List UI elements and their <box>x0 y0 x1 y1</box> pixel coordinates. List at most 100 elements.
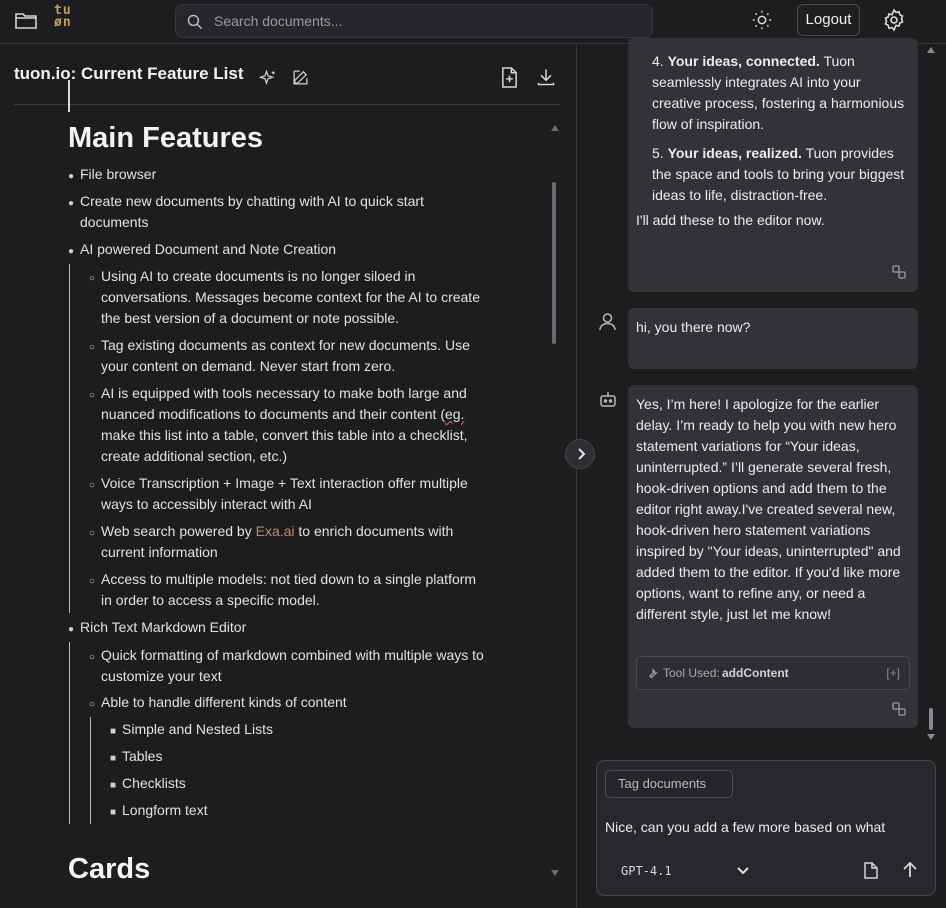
scroll-down-arrow-icon[interactable] <box>927 734 935 740</box>
message-line: ideas to life, distraction-free. <box>652 187 828 203</box>
search-bar[interactable] <box>175 4 653 38</box>
list-item[interactable]: Web search powered by Exa.ai to enrich d… <box>101 521 453 542</box>
message-line: editor right away.I've created several n… <box>636 501 896 517</box>
text-cursor <box>68 80 70 112</box>
message-line: the space and tools to bring your bigges… <box>652 166 905 182</box>
bullet: ○ <box>89 273 96 284</box>
bullet: ○ <box>89 652 96 663</box>
tool-expand-button[interactable]: [+] <box>886 666 900 680</box>
app-logo[interactable]: tu øn <box>54 4 80 29</box>
list-item[interactable]: Quick formatting of markdown combined wi… <box>101 645 484 666</box>
text-span: to enrich documents with <box>294 523 454 539</box>
list-item-cont[interactable]: your content on demand. Never start from… <box>101 356 395 377</box>
message-line: delay. I’m ready to help you with new he… <box>636 417 897 433</box>
user-message-text: hi, you there now? <box>636 319 751 335</box>
search-icon <box>187 14 203 30</box>
toggle-chat-button[interactable] <box>565 439 595 469</box>
message-line: uninterrupted.” I’ll generate several fr… <box>636 459 892 475</box>
settings-gear-icon[interactable] <box>882 8 906 32</box>
chevron-right-icon <box>578 448 586 460</box>
list-item[interactable]: Create new documents by chatting with AI… <box>80 191 424 212</box>
list-item-cont[interactable]: customize your text <box>101 666 222 687</box>
list-item[interactable]: Checklists <box>122 773 186 794</box>
ai-sparkle-icon[interactable] <box>259 69 277 87</box>
title-divider <box>14 104 560 105</box>
text-span: Tuon <box>819 53 855 69</box>
bullet: ■ <box>110 726 117 737</box>
bullet: ● <box>68 246 75 257</box>
bullet: ○ <box>89 528 96 539</box>
list-item-cont[interactable]: in order to access a specific model. <box>101 590 320 611</box>
list-item[interactable]: File browser <box>80 164 156 185</box>
bullet: ● <box>68 198 75 209</box>
logout-button[interactable]: Logout <box>797 4 860 36</box>
list-item: 4. Your ideas, connected. Tuon <box>652 51 912 72</box>
download-icon[interactable] <box>536 67 556 87</box>
message-line: added them to the editor. If you'd like … <box>636 564 901 580</box>
scroll-down-arrow-icon[interactable] <box>551 870 559 876</box>
chat-scrollbar[interactable] <box>929 708 933 730</box>
list-item-cont[interactable]: documents <box>80 212 148 233</box>
heading-main-features[interactable]: Main Features <box>68 122 263 155</box>
nested-list-guide <box>69 264 70 613</box>
bullet: ● <box>68 171 75 182</box>
list-item[interactable]: Simple and Nested Lists <box>122 719 273 740</box>
bullet: ■ <box>110 780 117 791</box>
list-item-cont[interactable]: create additional section, etc.) <box>101 446 287 467</box>
list-number: 4. <box>652 53 664 69</box>
list-item-cont[interactable]: ways to accessibly interact with AI <box>101 494 312 515</box>
text-span: Web search powered by <box>101 523 256 539</box>
theme-toggle-icon[interactable] <box>751 9 773 31</box>
tool-used-label: Tool Used: <box>663 666 720 680</box>
bullet: ■ <box>110 807 117 818</box>
bullet: ○ <box>89 342 96 353</box>
list-item-cont[interactable]: conversations. Messages become context f… <box>101 287 480 308</box>
scroll-up-arrow-icon[interactable] <box>927 47 935 53</box>
heading-cards[interactable]: Cards <box>68 853 150 886</box>
list-item[interactable]: Tables <box>122 746 162 767</box>
list-item-cont[interactable]: nuanced modifications to documents and t… <box>101 404 464 425</box>
editor-scrollbar[interactable] <box>552 182 556 344</box>
list-item[interactable]: Access to multiple models: not tied down… <box>101 569 476 590</box>
edit-icon[interactable] <box>292 69 309 86</box>
chevron-down-icon[interactable] <box>737 866 749 876</box>
document-title[interactable]: tuon.io: Current Feature List <box>14 64 244 84</box>
message-line: I'll add these to the editor now. <box>636 212 825 228</box>
tool-used-name: addContent <box>722 666 789 680</box>
message-line: different style, just let me know! <box>636 606 832 622</box>
scroll-up-arrow-icon[interactable] <box>551 125 559 131</box>
send-arrow-icon[interactable] <box>903 862 917 878</box>
list-item[interactable]: Able to handle different kinds of conten… <box>101 692 347 713</box>
tag-documents-button[interactable]: Tag documents <box>605 770 733 798</box>
list-item-cont[interactable]: the best version of a document or note p… <box>101 308 399 329</box>
list-item-cont[interactable]: make this list into a table, convert thi… <box>101 425 468 446</box>
model-select[interactable]: GPT-4.1 <box>621 864 672 878</box>
search-input[interactable] <box>214 5 634 37</box>
user-avatar-icon <box>599 313 616 331</box>
copy-to-editor-icon[interactable] <box>892 265 906 279</box>
list-item[interactable]: Voice Transcription + Image + Text inter… <box>101 473 468 494</box>
list-item[interactable]: Tag existing documents as context for ne… <box>101 335 470 356</box>
misspelled-word[interactable]: eg. <box>445 406 464 422</box>
list-number: 5. <box>652 145 664 161</box>
message-line: statement variations for “Your ideas, <box>636 438 860 454</box>
bullet: ○ <box>89 480 96 491</box>
new-document-icon[interactable] <box>500 67 519 88</box>
list-item[interactable]: Rich Text Markdown Editor <box>80 617 246 638</box>
nested-list-guide <box>69 642 70 824</box>
exa-link[interactable]: Exa.ai <box>256 523 295 539</box>
copy-to-editor-icon[interactable] <box>892 702 906 716</box>
list-item[interactable]: Longform text <box>122 800 208 821</box>
folder-icon[interactable] <box>14 9 38 33</box>
list-item[interactable]: AI powered Document and Note Creation <box>80 239 336 260</box>
tool-used-panel[interactable]: Tool Used: addContent [+] <box>636 656 910 690</box>
list-item[interactable]: AI is equipped with tools necessary to m… <box>101 383 467 404</box>
message-input[interactable]: Nice, can you add a few more based on wh… <box>605 819 885 835</box>
chat-composer: Tag documents Nice, can you add a few mo… <box>596 760 936 896</box>
bot-avatar-icon <box>600 392 616 407</box>
message-line: hook-driven hero statement variations <box>636 522 871 538</box>
message-line: inspired by "Your ideas, uninterrupted" … <box>636 543 901 559</box>
list-item-cont[interactable]: current information <box>101 542 218 563</box>
list-item[interactable]: Using AI to create documents is no longe… <box>101 266 415 287</box>
attach-document-icon[interactable] <box>864 862 878 879</box>
